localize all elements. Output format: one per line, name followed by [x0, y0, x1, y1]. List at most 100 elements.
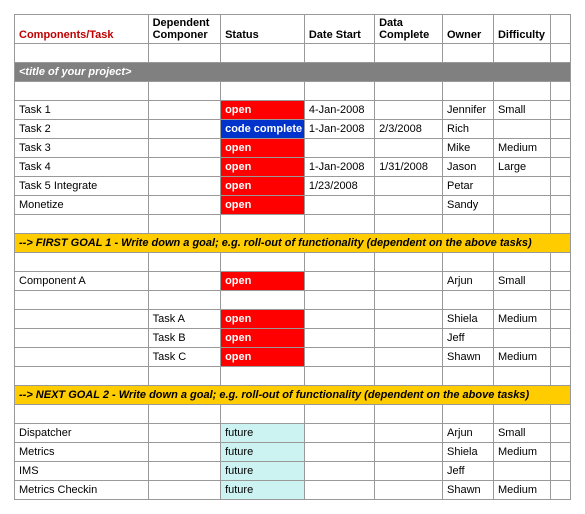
status-cell[interactable]: open	[221, 329, 305, 348]
dependent-cell[interactable]	[148, 101, 220, 120]
date-complete-cell[interactable]	[375, 329, 443, 348]
extra-cell[interactable]	[550, 158, 570, 177]
owner-cell[interactable]: Jason	[443, 158, 494, 177]
dependent-cell[interactable]	[148, 462, 220, 481]
owner-cell[interactable]: Jeff	[443, 329, 494, 348]
date-complete-cell[interactable]	[375, 348, 443, 367]
date-start-cell[interactable]: 1-Jan-2008	[304, 158, 374, 177]
task-cell[interactable]: Task 3	[15, 139, 149, 158]
task-cell[interactable]: Dispatcher	[15, 424, 149, 443]
difficulty-cell[interactable]: Small	[493, 101, 550, 120]
status-cell[interactable]: open	[221, 101, 305, 120]
owner-cell[interactable]: Arjun	[443, 424, 494, 443]
extra-cell[interactable]	[550, 272, 570, 291]
difficulty-cell[interactable]	[493, 120, 550, 139]
extra-cell[interactable]	[550, 196, 570, 215]
dependent-cell[interactable]	[148, 443, 220, 462]
difficulty-cell[interactable]: Medium	[493, 348, 550, 367]
owner-cell[interactable]: Sandy	[443, 196, 494, 215]
date-start-cell[interactable]	[304, 139, 374, 158]
difficulty-cell[interactable]: Small	[493, 424, 550, 443]
date-complete-cell[interactable]: 2/3/2008	[375, 120, 443, 139]
date-start-cell[interactable]: 4-Jan-2008	[304, 101, 374, 120]
dependent-cell[interactable]	[148, 139, 220, 158]
date-start-cell[interactable]	[304, 462, 374, 481]
dependent-cell[interactable]	[148, 424, 220, 443]
difficulty-cell[interactable]: Large	[493, 158, 550, 177]
date-start-cell[interactable]	[304, 481, 374, 500]
difficulty-cell[interactable]	[493, 329, 550, 348]
date-start-cell[interactable]	[304, 424, 374, 443]
date-start-cell[interactable]	[304, 272, 374, 291]
status-cell[interactable]: future	[221, 462, 305, 481]
status-cell[interactable]: open	[221, 158, 305, 177]
difficulty-cell[interactable]	[493, 177, 550, 196]
extra-cell[interactable]	[550, 310, 570, 329]
date-complete-cell[interactable]	[375, 177, 443, 196]
difficulty-cell[interactable]: Medium	[493, 443, 550, 462]
dependent-cell[interactable]: Task B	[148, 329, 220, 348]
owner-cell[interactable]: Shiela	[443, 443, 494, 462]
owner-cell[interactable]: Rich	[443, 120, 494, 139]
date-complete-cell[interactable]	[375, 310, 443, 329]
owner-cell[interactable]: Jennifer	[443, 101, 494, 120]
extra-cell[interactable]	[550, 177, 570, 196]
status-cell[interactable]: open	[221, 272, 305, 291]
date-start-cell[interactable]	[304, 348, 374, 367]
date-complete-cell[interactable]	[375, 101, 443, 120]
dependent-cell[interactable]: Task A	[148, 310, 220, 329]
task-cell[interactable]: Monetize	[15, 196, 149, 215]
date-complete-cell[interactable]	[375, 443, 443, 462]
status-cell[interactable]: open	[221, 348, 305, 367]
task-cell[interactable]	[15, 348, 149, 367]
task-cell[interactable]: Task 5 Integrate	[15, 177, 149, 196]
dependent-cell[interactable]	[148, 158, 220, 177]
owner-cell[interactable]: Mike	[443, 139, 494, 158]
task-cell[interactable]: Metrics	[15, 443, 149, 462]
date-complete-cell[interactable]	[375, 462, 443, 481]
task-cell[interactable]	[15, 310, 149, 329]
task-cell[interactable]	[15, 329, 149, 348]
status-cell[interactable]: future	[221, 424, 305, 443]
extra-cell[interactable]	[550, 101, 570, 120]
date-complete-cell[interactable]	[375, 272, 443, 291]
task-cell[interactable]: IMS	[15, 462, 149, 481]
status-cell[interactable]: open	[221, 177, 305, 196]
dependent-cell[interactable]	[148, 481, 220, 500]
owner-cell[interactable]: Shawn	[443, 481, 494, 500]
dependent-cell[interactable]	[148, 272, 220, 291]
difficulty-cell[interactable]: Medium	[493, 481, 550, 500]
date-complete-cell[interactable]: 1/31/2008	[375, 158, 443, 177]
date-start-cell[interactable]	[304, 310, 374, 329]
task-cell[interactable]: Component A	[15, 272, 149, 291]
status-cell[interactable]: open	[221, 139, 305, 158]
owner-cell[interactable]: Arjun	[443, 272, 494, 291]
extra-cell[interactable]	[550, 348, 570, 367]
difficulty-cell[interactable]	[493, 196, 550, 215]
task-cell[interactable]: Task 2	[15, 120, 149, 139]
task-cell[interactable]: Task 1	[15, 101, 149, 120]
difficulty-cell[interactable]: Medium	[493, 139, 550, 158]
status-cell[interactable]: future	[221, 443, 305, 462]
date-start-cell[interactable]	[304, 196, 374, 215]
date-complete-cell[interactable]	[375, 139, 443, 158]
difficulty-cell[interactable]	[493, 462, 550, 481]
extra-cell[interactable]	[550, 329, 570, 348]
task-cell[interactable]: Metrics Checkin	[15, 481, 149, 500]
status-cell[interactable]: open	[221, 310, 305, 329]
date-start-cell[interactable]: 1/23/2008	[304, 177, 374, 196]
status-cell[interactable]: code complete	[221, 120, 305, 139]
difficulty-cell[interactable]: Small	[493, 272, 550, 291]
date-start-cell[interactable]	[304, 329, 374, 348]
task-cell[interactable]: Task 4	[15, 158, 149, 177]
owner-cell[interactable]: Petar	[443, 177, 494, 196]
date-start-cell[interactable]	[304, 443, 374, 462]
extra-cell[interactable]	[550, 481, 570, 500]
owner-cell[interactable]: Shawn	[443, 348, 494, 367]
date-complete-cell[interactable]	[375, 196, 443, 215]
dependent-cell[interactable]	[148, 196, 220, 215]
difficulty-cell[interactable]: Medium	[493, 310, 550, 329]
status-cell[interactable]: open	[221, 196, 305, 215]
date-complete-cell[interactable]	[375, 424, 443, 443]
status-cell[interactable]: future	[221, 481, 305, 500]
